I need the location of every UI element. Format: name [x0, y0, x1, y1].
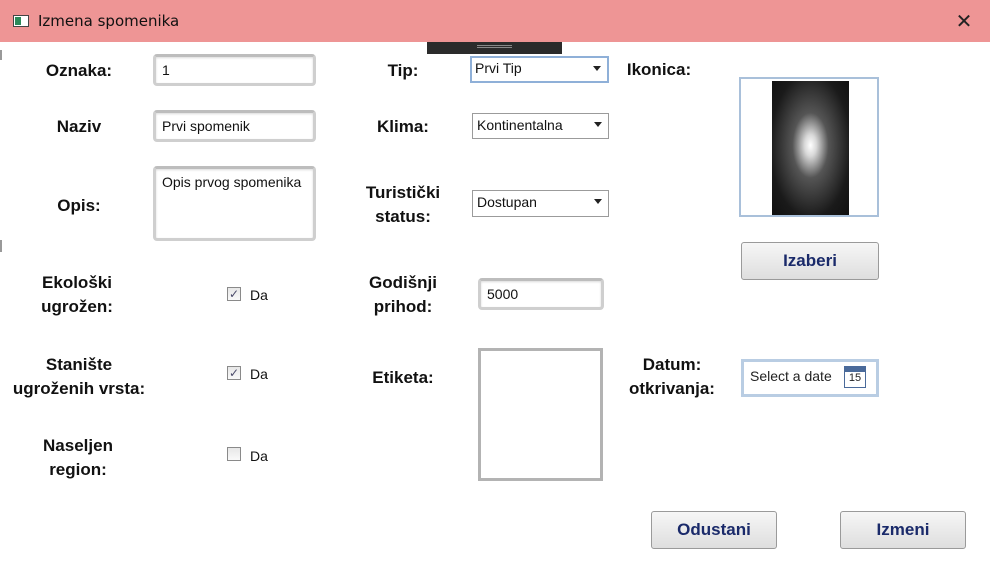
app-window-icon [13, 15, 29, 27]
calendar-icon[interactable]: 15 [844, 366, 866, 388]
klima-select-value: Kontinentalna [477, 117, 563, 133]
klima-label: Klima: [377, 117, 429, 136]
ekoloski-label: Ekološki ugrožen: [41, 273, 113, 316]
prihod-label: Godišnji prihod: [369, 273, 437, 316]
turisticki-label: Turistički status: [365, 183, 441, 226]
ikonica-image [772, 81, 849, 215]
ikonica-preview [739, 77, 879, 217]
close-button[interactable]: ✕ [944, 6, 984, 36]
naziv-label: Naziv [56, 117, 102, 136]
checkbox-checked-icon: ✓ [228, 287, 240, 301]
calendar-day: 15 [848, 372, 862, 384]
cancel-button[interactable]: Odustani [651, 511, 777, 549]
drag-handle[interactable] [427, 42, 562, 54]
dropdown-arrow-icon [593, 66, 601, 71]
dropdown-arrow-icon [594, 122, 602, 127]
prihod-input[interactable]: 5000 [478, 278, 604, 310]
ikonica-label: Ikonica: [626, 60, 692, 79]
datum-label: Datum: otkrivanja: [629, 355, 715, 398]
window-title: Izmena spomenika [38, 12, 180, 30]
ekoloski-checkbox-label: Da [250, 287, 268, 303]
turisticki-select[interactable]: Dostupan [472, 190, 609, 217]
checkbox-checked-icon: ✓ [228, 366, 240, 380]
etiketa-field[interactable] [478, 348, 603, 481]
staniste-label: Stanište ugroženih vrsta: [12, 355, 146, 398]
datum-datepicker[interactable]: Select a date 15 [741, 359, 879, 397]
opis-label: Opis: [57, 196, 101, 215]
turisticki-select-value: Dostupan [477, 194, 537, 210]
background-edge [0, 240, 2, 252]
naziv-input[interactable]: Prvi spomenik [153, 110, 316, 142]
tip-label: Tip: [387, 61, 419, 80]
tip-select-value: Prvi Tip [475, 60, 522, 76]
oznaka-input[interactable]: 1 [153, 54, 316, 86]
izaberi-button[interactable]: Izaberi [741, 242, 879, 280]
tip-select[interactable]: Prvi Tip [470, 56, 609, 83]
title-bar[interactable]: Izmena spomenika ✕ [0, 0, 990, 42]
background-edge [0, 50, 2, 60]
submit-button[interactable]: Izmeni [840, 511, 966, 549]
opis-textarea[interactable]: Opis prvog spomenika [153, 166, 316, 241]
naseljen-checkbox-label: Da [250, 448, 268, 464]
ekoloski-checkbox[interactable]: ✓ [227, 287, 241, 301]
klima-select[interactable]: Kontinentalna [472, 113, 609, 139]
staniste-checkbox-label: Da [250, 366, 268, 382]
etiketa-label: Etiketa: [372, 368, 434, 387]
naseljen-checkbox[interactable] [227, 447, 241, 461]
datum-placeholder: Select a date [750, 368, 832, 384]
naseljen-label: Naseljen region: [43, 436, 113, 479]
dropdown-arrow-icon [594, 199, 602, 204]
oznaka-label: Oznaka: [45, 61, 113, 80]
staniste-checkbox[interactable]: ✓ [227, 366, 241, 380]
